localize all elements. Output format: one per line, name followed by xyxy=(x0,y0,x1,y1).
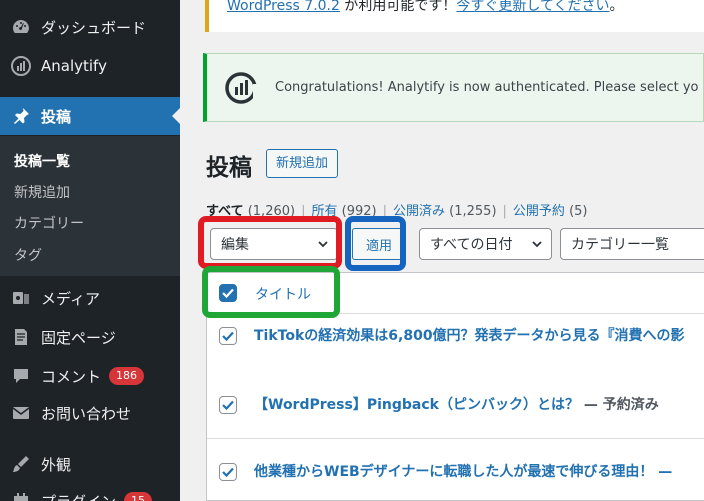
plugin-update-badge: 15 xyxy=(124,492,153,501)
admin-sidebar: ダッシュボード Analytify 投稿 投稿一覧 新規追加 カテゴリー タグ … xyxy=(0,0,180,501)
submenu-add-new[interactable]: 新規追加 xyxy=(14,182,70,202)
highlight-title-column xyxy=(202,266,340,318)
table-row: TikTokの経済効果は6,800億円？発表データから見る『消費への影 xyxy=(207,314,704,376)
view-scheduled[interactable]: 公開予約 xyxy=(513,204,565,219)
main-content: WordPress 7.0.2 が利用可能です！今すぐ更新してください。 Con… xyxy=(180,0,704,501)
wordpress-version-link[interactable]: WordPress 7.0.2 xyxy=(227,0,340,14)
submenu-categories[interactable]: カテゴリー xyxy=(14,213,84,233)
sidebar-item-dashboard[interactable]: ダッシュボード xyxy=(0,14,180,40)
view-published-count: (1,255) xyxy=(449,204,497,219)
sidebar-item-label: プラグイン xyxy=(41,491,116,501)
pin-icon xyxy=(10,105,32,127)
row-checkbox[interactable] xyxy=(219,463,237,481)
submenu-all-posts[interactable]: 投稿一覧 xyxy=(14,151,70,171)
highlight-bulk-action xyxy=(198,216,342,269)
update-notice-end: 。 xyxy=(609,0,624,14)
sidebar-item-label: お問い合わせ xyxy=(41,404,132,423)
row-checkbox[interactable] xyxy=(219,396,237,414)
update-notice-text: が利用可能です！ xyxy=(339,0,457,14)
category-filter-select[interactable]: カテゴリー一覧 xyxy=(560,228,704,260)
sidebar-item-media[interactable]: メディア xyxy=(0,285,180,311)
sidebar-item-label: 固定ページ xyxy=(41,328,116,347)
add-new-post-button[interactable]: 新規追加 xyxy=(266,149,339,178)
date-filter-value: すべての日付 xyxy=(430,237,513,253)
row-checkbox[interactable] xyxy=(219,327,237,345)
sidebar-item-posts[interactable]: 投稿 xyxy=(0,97,180,135)
analytify-icon xyxy=(10,55,32,77)
mail-icon xyxy=(10,402,32,424)
dashboard-icon xyxy=(10,16,32,38)
update-notice: WordPress 7.0.2 が利用可能です！今すぐ更新してください。 xyxy=(205,0,704,32)
chevron-down-icon xyxy=(532,241,542,248)
checkmark-icon xyxy=(222,400,234,411)
highlight-apply xyxy=(345,216,406,271)
posts-submenu: 投稿一覧 新規追加 カテゴリー タグ xyxy=(0,136,180,276)
checkmark-icon xyxy=(222,331,234,342)
submenu-tags[interactable]: タグ xyxy=(14,245,42,265)
sidebar-item-label: 投稿 xyxy=(41,107,72,126)
sidebar-item-label: Analytify xyxy=(41,57,107,75)
sidebar-item-appearance[interactable]: 外観 xyxy=(0,451,180,477)
comment-count-badge: 186 xyxy=(109,367,145,385)
post-state-scheduled: — 予約済み xyxy=(578,397,659,413)
active-menu-arrow xyxy=(172,108,180,124)
update-now-link[interactable]: 今すぐ更新してください xyxy=(456,0,609,14)
sidebar-item-pages[interactable]: 固定ページ xyxy=(0,324,180,350)
date-filter-select[interactable]: すべての日付 xyxy=(419,228,552,260)
post-title-link[interactable]: 【WordPress】Pingback（ピンバック）とは？ — 予約済み xyxy=(254,394,659,414)
sidebar-item-plugins[interactable]: プラグイン 15 xyxy=(0,488,180,501)
analytify-success-notice: Congratulations! Analytify is now authen… xyxy=(203,53,704,122)
sidebar-item-label: メディア xyxy=(41,289,100,308)
brush-icon xyxy=(10,453,32,475)
plugin-icon xyxy=(10,490,32,501)
post-title-link[interactable]: 他業種からWEBデザイナーに転職した人が最速で伸びる理由！ — xyxy=(254,461,672,481)
page-title: 投稿 xyxy=(206,155,252,181)
sidebar-item-analytify[interactable]: Analytify xyxy=(0,53,180,79)
media-icon xyxy=(10,287,32,309)
sidebar-item-contact[interactable]: お問い合わせ xyxy=(0,400,180,426)
category-filter-value: カテゴリー一覧 xyxy=(571,237,669,253)
sidebar-item-label: ダッシュボード xyxy=(41,18,147,37)
table-row: 【WordPress】Pingback（ピンバック）とは？ — 予約済み xyxy=(207,376,704,438)
sidebar-item-label: コメント xyxy=(41,367,102,386)
analytify-logo-icon xyxy=(225,71,258,104)
view-scheduled-count: (5) xyxy=(569,204,588,219)
page-icon xyxy=(10,326,32,348)
post-title-link[interactable]: TikTokの経済効果は6,800億円？発表データから見る『消費への影 xyxy=(254,325,685,345)
notice-message: Congratulations! Analytify is now authen… xyxy=(275,80,699,95)
table-row: 他業種からWEBデザイナーに転職した人が最速で伸びる理由！ — xyxy=(207,439,704,501)
sidebar-item-label: 外観 xyxy=(41,455,72,474)
comment-icon xyxy=(10,365,32,387)
sidebar-item-comments[interactable]: コメント 186 xyxy=(0,363,180,389)
checkmark-icon xyxy=(222,467,234,478)
